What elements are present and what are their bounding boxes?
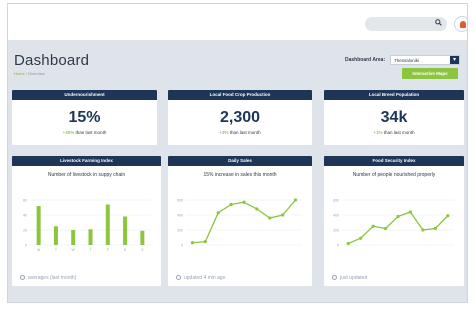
chart-subtitle: 15% increase in sales this month [203, 172, 277, 178]
chart-footer-text: just updated [340, 275, 368, 281]
breadcrumb: Home / Overview [14, 71, 45, 76]
bar [123, 216, 128, 245]
chart-card-food-security: Food Security Index Number of people nou… [324, 156, 464, 286]
x-tick-label: S [124, 248, 127, 252]
y-tick-label: 600 [177, 199, 183, 203]
y-tick-label: 20 [23, 229, 27, 233]
clock-icon [332, 275, 337, 280]
data-point [293, 198, 298, 202]
y-tick-label: 200 [333, 229, 339, 233]
breadcrumb-home[interactable]: Home [14, 71, 25, 76]
clock-icon [20, 275, 25, 280]
kpi-title: Local Food Crop Production [168, 90, 312, 100]
chart-footer: updated 4 min ago [176, 275, 225, 281]
x-tick-label: S [141, 248, 144, 252]
data-point [268, 216, 272, 220]
dashboard-frame: Dashboard Home / Overview Dashboard Area… [7, 3, 468, 303]
data-point [396, 214, 400, 219]
dashboard-area-value: Thessaloniki [394, 58, 420, 63]
chart-card-title: Daily Sales [168, 156, 312, 166]
data-point [190, 241, 195, 245]
chart-card-title: Food Security Index [324, 156, 464, 166]
food-security-line-chart: 0 200 400 600 [333, 199, 454, 248]
x-tick-label: T [55, 248, 58, 252]
chart-footer: just updated [332, 275, 367, 281]
x-tick-label: F [107, 248, 109, 252]
y-tick-label: 400 [333, 214, 339, 218]
kpi-change-suffix: than last month [74, 130, 107, 135]
chart-footer-text: averages (last month) [28, 275, 77, 281]
dashboard-area-label: Dashboard Area: [345, 57, 386, 63]
kpi-value: 34k [380, 109, 408, 126]
bar [71, 230, 76, 245]
kpi-change-value: +3% [219, 130, 229, 135]
bar [105, 204, 110, 245]
bar [36, 206, 41, 245]
data-point [421, 228, 425, 232]
kpi-title: Undernourishment [12, 90, 157, 100]
y-tick-label: 600 [333, 199, 339, 203]
x-tick-label: W [72, 248, 76, 252]
chart-card-title: Livestock Farming Index [12, 156, 161, 166]
page-title: Dashboard [14, 52, 90, 69]
data-point [371, 224, 375, 228]
kpi-change-suffix: than last month [228, 130, 261, 135]
y-tick-label: 200 [177, 229, 183, 233]
livestock-bar-chart: 0 20 40 60 M T W T F S S [23, 199, 151, 252]
kpi-change-suffix: than last month [382, 130, 415, 135]
x-tick-label: M [37, 248, 40, 252]
chart-footer-text: updated 4 min ago [184, 275, 226, 281]
chart-card-daily-sales: Daily Sales 15% increase in sales this m… [168, 156, 312, 286]
data-point [433, 226, 437, 231]
chart-subtitle: Number of people nourished properly [352, 172, 436, 178]
data-point [383, 226, 388, 231]
data-point [446, 214, 450, 218]
kpi-change-value: +40% [62, 130, 75, 135]
chart-subtitle: Number of livestock in suppy chain [47, 172, 126, 178]
dashboard-area-select[interactable]: Thessaloniki ▾ [390, 55, 460, 65]
data-point [203, 240, 207, 244]
data-point [359, 236, 363, 240]
kpi-card-breed-population: Local Breed Population 34k +1% than last… [324, 90, 464, 145]
search-icon[interactable] [435, 19, 442, 26]
bar [140, 230, 145, 245]
kpi-card-crop-production: Local Food Crop Production 2,300 +3% tha… [168, 90, 312, 145]
kpi-value: 2,300 [219, 109, 261, 126]
data-point [229, 202, 233, 207]
series-line [192, 199, 297, 244]
data-point [255, 207, 259, 211]
interactive-maps-button[interactable]: Interactive Maps [402, 68, 458, 79]
data-point [346, 241, 350, 246]
kpi-card-undernourishment: Undernourishment 15% +40% than last mont… [12, 90, 157, 145]
bar [53, 226, 58, 245]
user-avatar-icon[interactable] [454, 16, 467, 32]
y-tick-label: 40 [23, 214, 27, 218]
data-point [242, 200, 246, 204]
kpi-change-value: +1% [373, 130, 383, 135]
kpi-change: +3% than last month [168, 130, 312, 135]
search-input[interactable] [365, 17, 447, 31]
chart-footer: averages (last month) [20, 275, 76, 281]
breadcrumb-current: Overview [28, 71, 45, 76]
bar [88, 229, 93, 245]
y-tick-label: 60 [23, 199, 27, 203]
daily-sales-line-chart: 0 200 400 600 [177, 198, 302, 248]
data-point [281, 213, 285, 217]
y-tick-label: 0 [181, 244, 183, 248]
chevron-down-icon[interactable]: ▾ [450, 56, 459, 64]
kpi-value: 15% [68, 109, 101, 126]
y-tick-label: 0 [25, 244, 27, 248]
y-tick-label: 400 [177, 214, 183, 218]
kpi-title: Local Breed Population [324, 90, 464, 100]
kpi-change: +1% than last month [324, 130, 464, 135]
data-point [408, 210, 413, 214]
chart-card-livestock: Livestock Farming Index Number of livest… [12, 156, 161, 286]
y-tick-label: 0 [337, 244, 339, 248]
top-bar [8, 4, 467, 40]
clock-icon [176, 275, 181, 280]
x-tick-label: T [89, 248, 92, 252]
data-point [216, 211, 220, 215]
kpi-change: +40% than last month [12, 130, 157, 135]
